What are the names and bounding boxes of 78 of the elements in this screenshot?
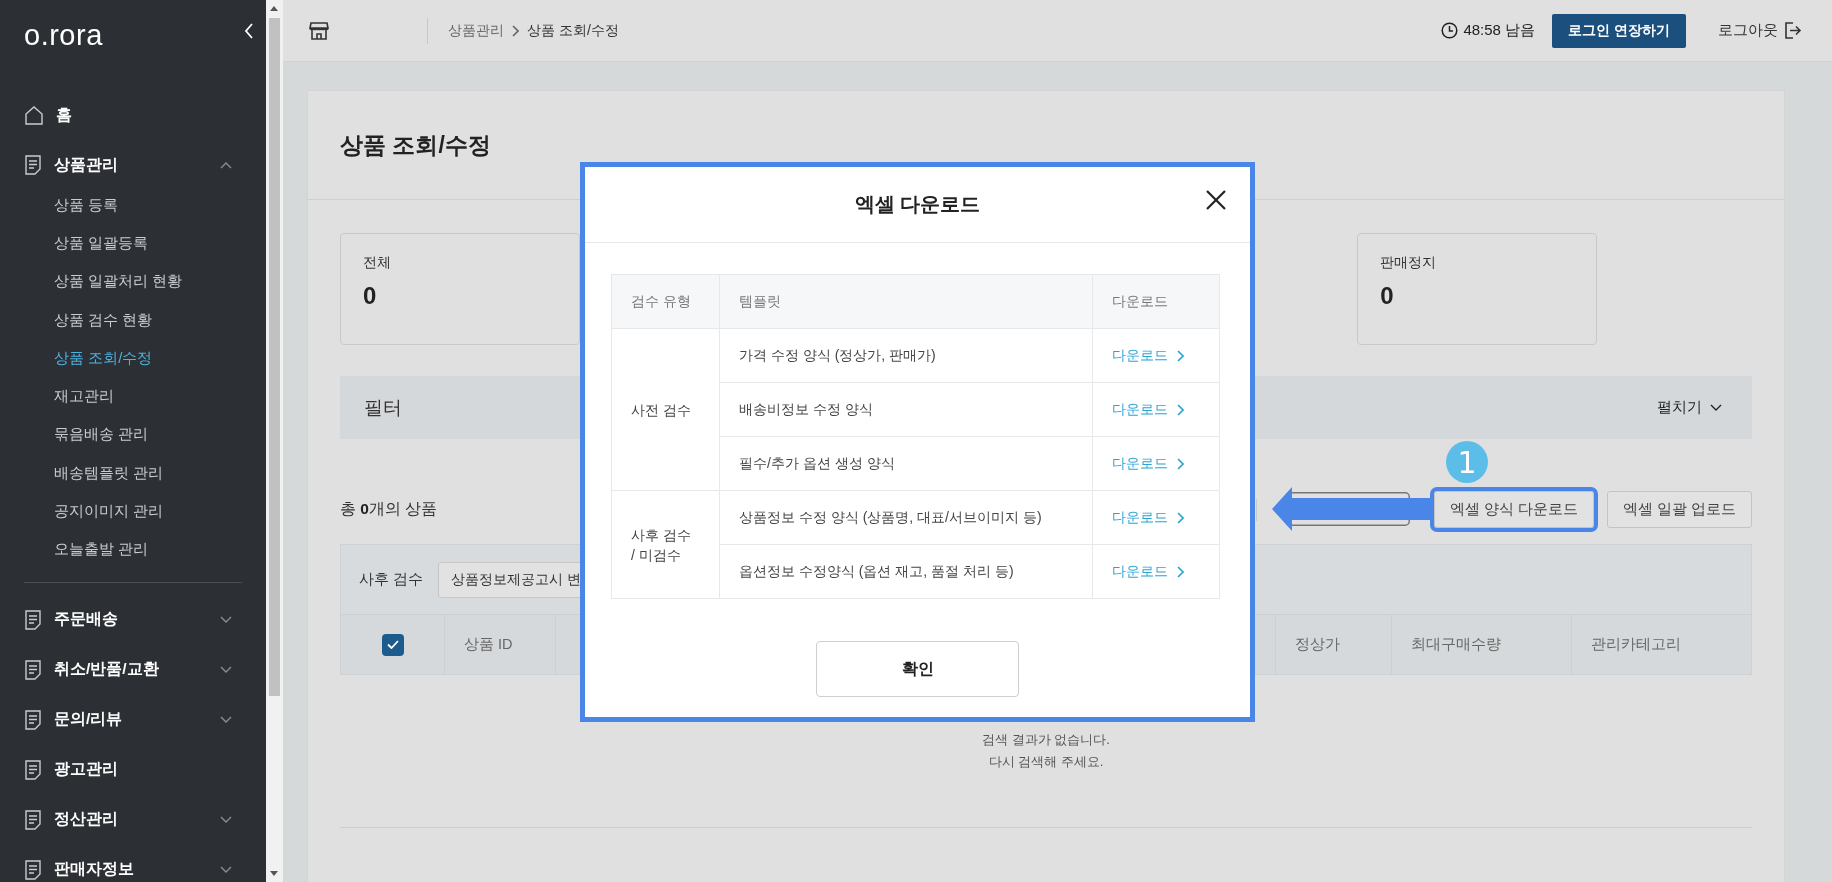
submenu-item[interactable]: 상품 일괄처리 현황: [54, 272, 183, 292]
submenu-item[interactable]: 상품 검수 현황: [54, 310, 153, 330]
document-icon: [24, 609, 42, 630]
select-all-checkbox[interactable]: [381, 633, 404, 656]
stat-value: 0: [1380, 282, 1395, 310]
breadcrumb-item[interactable]: 상품관리: [448, 21, 504, 40]
empty-message: 다시 검색해 주세요.: [988, 753, 1104, 771]
column-header: 다운로드: [1112, 292, 1168, 309]
column-header: 상품 ID: [464, 635, 513, 654]
menu-item[interactable]: 광고관리: [54, 759, 118, 781]
column-header: 검수 유형: [631, 292, 691, 309]
session-time-left: 48:58 남음: [1463, 21, 1536, 40]
chevron-right-icon[interactable]: [1177, 457, 1184, 470]
breadcrumb-item: 상품 조회/수정: [527, 21, 619, 40]
template-name: 필수/추가 옵션 생성 양식: [739, 454, 895, 471]
submenu-item[interactable]: 배송템플릿 관리: [54, 463, 164, 483]
empty-message: 검색 결과가 없습니다.: [982, 731, 1110, 749]
document-icon: [24, 859, 42, 880]
logout-icon[interactable]: [1784, 22, 1802, 39]
submenu-item[interactable]: 재고관리: [54, 387, 114, 407]
menu-item[interactable]: 홈: [56, 104, 72, 126]
extend-login-button[interactable]: 로그인 연장하기: [1552, 13, 1686, 48]
submenu-item[interactable]: 상품 일괄등록: [54, 233, 149, 253]
filter-label: 사후 검수: [359, 570, 424, 589]
menu-item[interactable]: 주문배송: [54, 609, 118, 631]
template-name: 가격 수정 양식 (정상가, 판매가): [739, 346, 936, 363]
column-header: 최대구매수량: [1411, 635, 1501, 654]
submenu-item[interactable]: 공지이미지 관리: [54, 502, 164, 521]
chevron-right-icon[interactable]: [1177, 565, 1184, 578]
stat-card[interactable]: 판매정지 0: [1357, 233, 1598, 345]
chevron-up-icon[interactable]: [220, 161, 232, 169]
submenu-item[interactable]: 오늘출발 관리: [54, 540, 149, 560]
expand-toggle[interactable]: 펼치기: [1651, 397, 1728, 418]
document-icon: [24, 155, 42, 175]
total-count: 총 0개의 상품: [340, 499, 438, 519]
column-header: 템플릿: [739, 292, 781, 309]
checkmark-icon[interactable]: [386, 640, 399, 649]
scrollbar[interactable]: [266, 0, 283, 882]
document-icon: [24, 659, 42, 680]
column-header: 관리카테고리: [1591, 635, 1681, 654]
stat-label: 전체: [363, 254, 392, 272]
review-type: 사전 검수: [631, 401, 691, 418]
stat-label: 판매정지: [1380, 254, 1438, 272]
chevron-right-icon: [512, 24, 519, 37]
filter-title: 필터: [364, 395, 402, 420]
stat-card[interactable]: 전체 0: [340, 233, 580, 345]
clock-icon: [1441, 22, 1459, 39]
collapse-sidebar-icon[interactable]: [244, 23, 254, 39]
menu-item[interactable]: 상품관리: [54, 154, 118, 176]
home-icon: [24, 105, 44, 125]
chevron-right-icon[interactable]: [1177, 511, 1184, 524]
logo[interactable]: o.rora: [24, 17, 103, 53]
menu-item[interactable]: 취소/반품/교환: [54, 659, 159, 681]
column-header: 정상가: [1295, 635, 1340, 654]
stat-value: 0: [363, 282, 378, 310]
document-icon: [24, 709, 42, 730]
menu-item[interactable]: 문의/리뷰: [54, 709, 123, 731]
chevron-right-icon[interactable]: [1177, 403, 1184, 416]
page-title: 상품 조회/수정: [340, 130, 491, 160]
submenu-item[interactable]: 상품 조회/수정: [54, 348, 153, 368]
close-icon[interactable]: [1205, 189, 1227, 211]
chevron-right-icon[interactable]: [1177, 349, 1184, 362]
logout-link[interactable]: 로그아웃: [1718, 21, 1778, 40]
excel-button[interactable]: 엑셀 일괄 업로드: [1606, 491, 1752, 528]
dialog-title: 엑셀 다운로드: [854, 192, 981, 217]
template-name: 상품정보 수정 양식 (상품명, 대표/서브이미지 등): [739, 508, 1042, 525]
confirm-button[interactable]: 확인: [816, 641, 1019, 697]
menu-item[interactable]: 정산관리: [54, 809, 118, 831]
menu-item[interactable]: 판매자정보: [54, 859, 134, 881]
chevron-down-icon[interactable]: [1710, 403, 1722, 412]
submenu-item[interactable]: 상품 등록: [54, 195, 119, 215]
template-name: 옵션정보 수정양식 (옵션 재고, 품절 처리 등): [739, 562, 1014, 579]
document-icon: [24, 809, 42, 830]
submenu-item[interactable]: 묶음배송 관리: [54, 425, 149, 445]
store-icon[interactable]: [309, 21, 329, 40]
review-type: 사후 검수 / 미검수: [631, 526, 691, 563]
document-icon: [24, 759, 42, 780]
template-name: 배송비정보 수정 양식: [739, 400, 873, 417]
